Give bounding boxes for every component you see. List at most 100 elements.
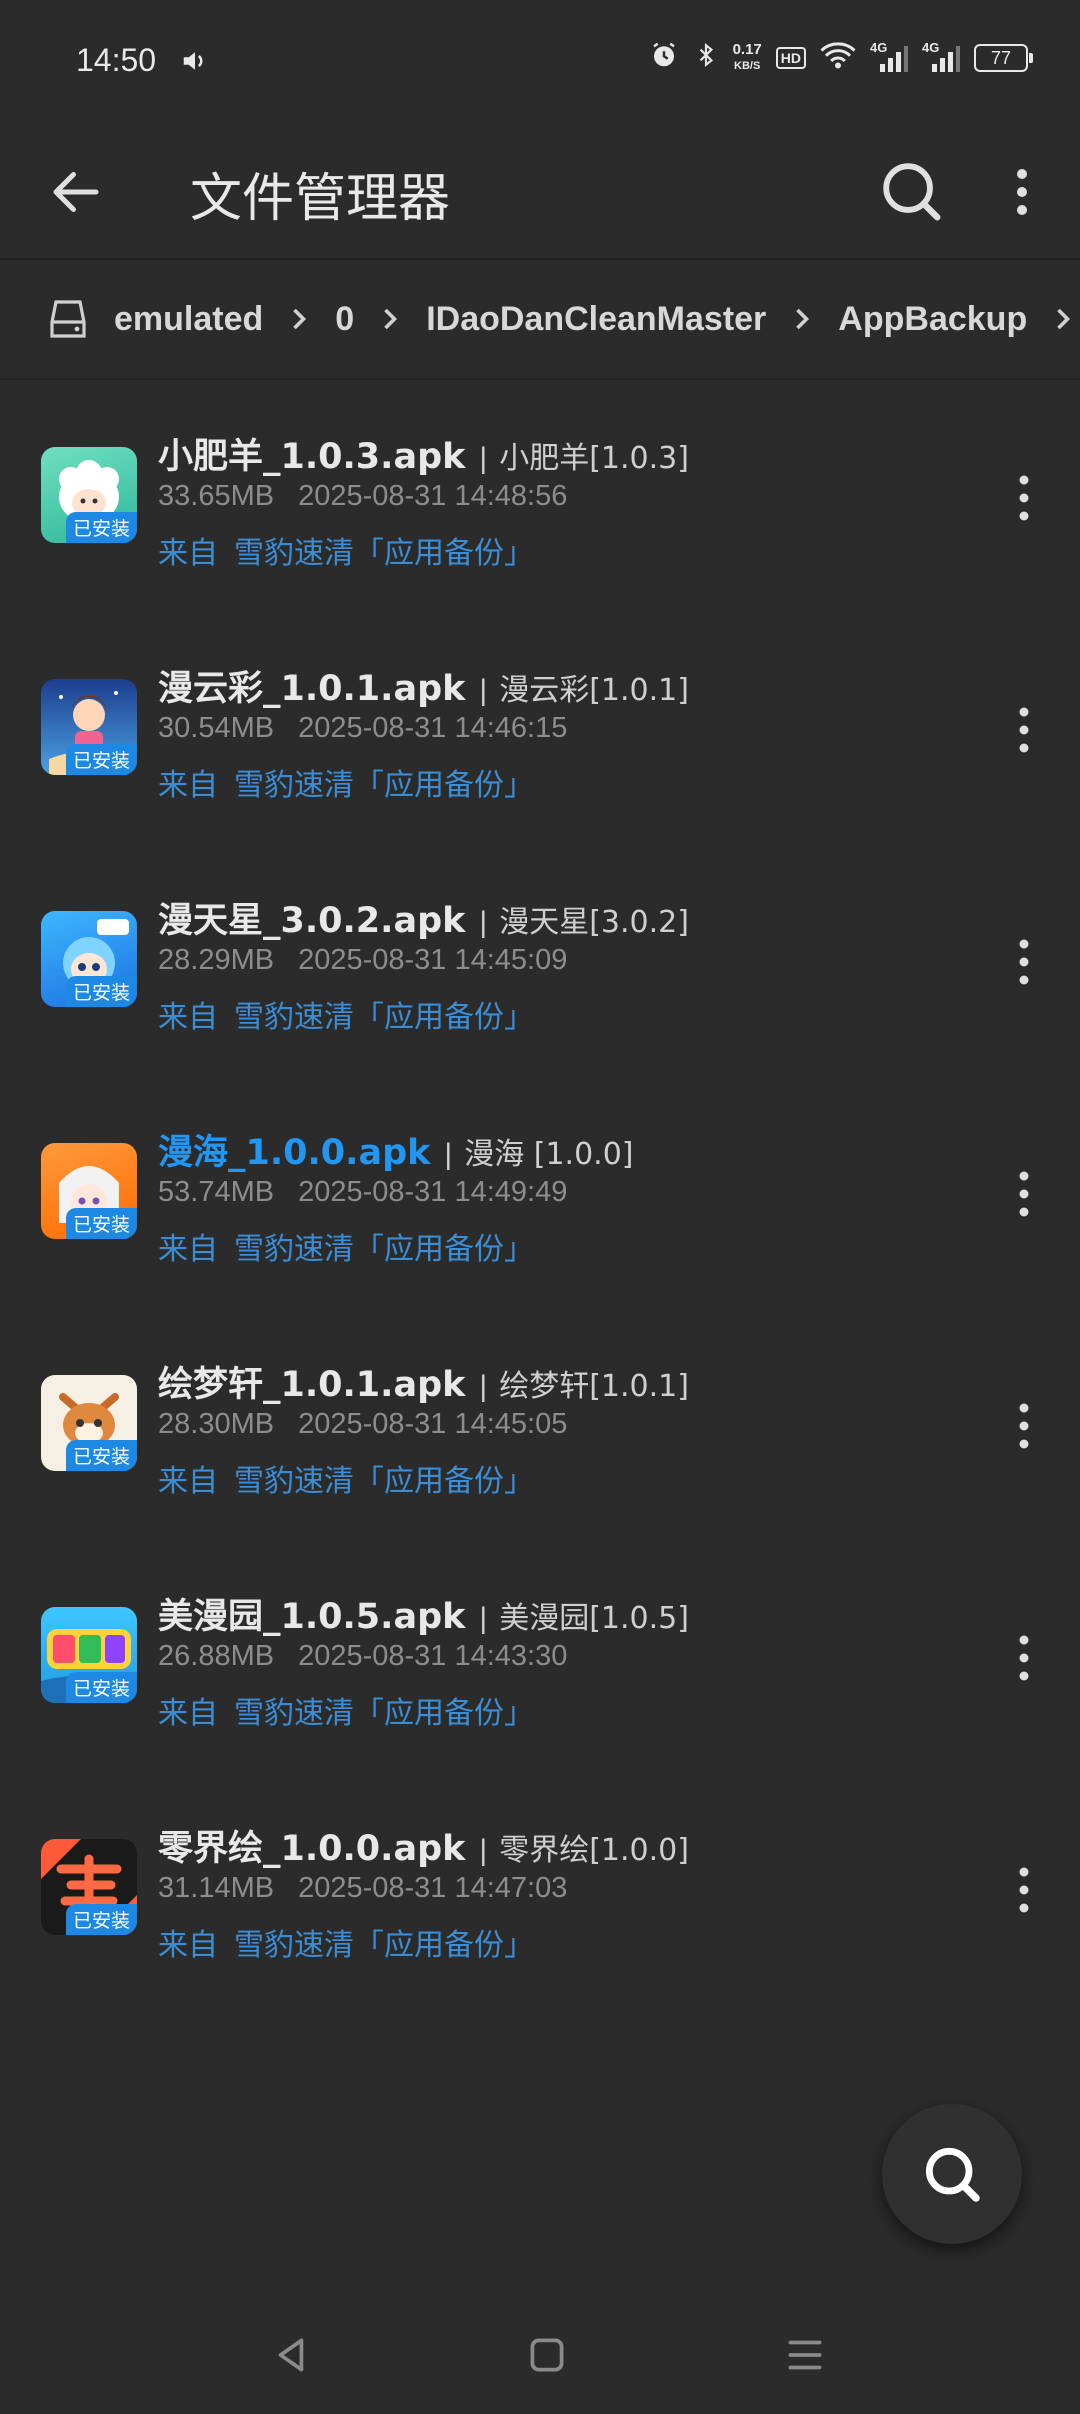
app-name: 零界绘[1.0.0] xyxy=(499,1833,689,1868)
chevron-right-icon xyxy=(1045,301,1080,337)
file-date: 2025-08-31 14:48:56 xyxy=(298,480,568,512)
app-name: 小肥羊[1.0.3] xyxy=(499,441,689,476)
file-name: 漫天星_3.0.2.apk xyxy=(158,901,466,941)
search-icon[interactable] xyxy=(876,156,946,226)
list-item[interactable]: 已安装 漫海_1.0.0.apk | 漫海 [1.0.0] 53.74MB 202… xyxy=(0,1076,1080,1308)
app-bar: 文件管理器 xyxy=(0,126,1080,260)
file-date: 2025-08-31 14:45:05 xyxy=(298,1408,568,1440)
list-item[interactable]: 已安装 小肥羊_1.0.3.apk | 小肥羊[1.0.3] 33.65MB 20… xyxy=(0,380,1080,612)
file-list: 已安装 小肥羊_1.0.3.apk | 小肥羊[1.0.3] 33.65MB 20… xyxy=(0,380,1080,2004)
source-link[interactable]: 雪豹速清「应用备份」 xyxy=(234,1232,534,1267)
app-icon-meimanyuan: 已安装 xyxy=(41,1607,137,1703)
back-triangle-icon[interactable] xyxy=(266,2330,316,2380)
chevron-right-icon xyxy=(281,301,317,337)
app-name: 漫海 [1.0.0] xyxy=(464,1137,634,1172)
file-size: 26.88MB xyxy=(158,1640,275,1672)
more-vertical-icon[interactable] xyxy=(1000,160,1044,224)
breadcrumb-item-emulated[interactable]: emulated xyxy=(114,300,263,339)
installed-badge: 已安装 xyxy=(65,1440,137,1471)
installed-badge: 已安装 xyxy=(65,1904,137,1935)
breadcrumb-item-0[interactable]: 0 xyxy=(335,300,354,339)
back-arrow-icon[interactable] xyxy=(46,162,106,222)
list-item[interactable]: 已安装 漫云彩_1.0.1.apk | 漫云彩[1.0.1] 30.54MB 20… xyxy=(0,612,1080,844)
app-icon-xiaofeiyang: 已安装 xyxy=(41,447,137,543)
recents-menu-icon[interactable] xyxy=(780,2330,830,2380)
search-icon xyxy=(925,2147,980,2202)
status-time: 14:50 xyxy=(76,42,157,78)
separator: | xyxy=(479,906,488,939)
file-size: 28.30MB xyxy=(158,1408,275,1440)
source-label: 来自 xyxy=(158,1000,218,1035)
file-name: 小肥羊_1.0.3.apk xyxy=(158,437,466,477)
page-title: 文件管理器 xyxy=(190,169,451,229)
list-item[interactable]: 已安装 漫天星_3.0.2.apk | 漫天星[3.0.2] 28.29MB 20… xyxy=(0,844,1080,1076)
file-name: 绘梦轩_1.0.1.apk xyxy=(158,1365,466,1405)
home-square-icon[interactable] xyxy=(522,2330,572,2380)
chevron-right-icon xyxy=(784,301,820,337)
installed-badge: 已安装 xyxy=(65,1208,137,1239)
file-date: 2025-08-31 14:45:09 xyxy=(298,944,568,976)
app-name: 漫天星[3.0.2] xyxy=(499,905,689,940)
installed-badge: 已安装 xyxy=(65,976,137,1007)
source-link[interactable]: 雪豹速清「应用备份」 xyxy=(234,1464,534,1499)
file-name: 漫云彩_1.0.1.apk xyxy=(158,669,466,709)
app-icon-lingjiehui: 已安装 xyxy=(41,1839,137,1935)
source-label: 来自 xyxy=(158,536,218,571)
more-vertical-icon[interactable] xyxy=(1010,702,1038,758)
separator: | xyxy=(479,674,488,707)
battery-icon: 77 xyxy=(974,43,1033,72)
list-item[interactable]: 已安装 绘梦轩_1.0.1.apk | 绘梦轩[1.0.1] 28.30MB 20… xyxy=(0,1308,1080,1540)
file-size: 28.29MB xyxy=(158,944,275,976)
file-date: 2025-08-31 14:46:15 xyxy=(298,712,568,744)
system-nav-bar xyxy=(0,2300,1080,2414)
file-date: 2025-08-31 14:49:49 xyxy=(298,1176,568,1208)
installed-badge: 已安装 xyxy=(65,1672,137,1703)
app-icon-manhai: 已安装 xyxy=(41,1143,137,1239)
chevron-right-icon xyxy=(372,301,408,337)
source-link[interactable]: 雪豹速清「应用备份」 xyxy=(234,1928,534,1963)
source-label: 来自 xyxy=(158,1464,218,1499)
app-icon-manyuncai: 已安装 xyxy=(41,679,137,775)
search-fab-button[interactable] xyxy=(882,2104,1022,2244)
breadcrumb-item-appbackup[interactable]: AppBackup xyxy=(838,300,1027,339)
file-name: 漫海_1.0.0.apk xyxy=(158,1133,431,1173)
more-vertical-icon[interactable] xyxy=(1010,1166,1038,1222)
more-vertical-icon[interactable] xyxy=(1010,1630,1038,1686)
file-size: 31.14MB xyxy=(158,1872,275,1904)
app-name: 美漫园[1.0.5] xyxy=(499,1601,689,1636)
separator: | xyxy=(444,1138,453,1171)
more-vertical-icon[interactable] xyxy=(1010,934,1038,990)
installed-badge: 已安装 xyxy=(65,744,137,775)
source-label: 来自 xyxy=(158,1928,218,1963)
app-icon-mantianxing: 已安装 xyxy=(41,911,137,1007)
source-link[interactable]: 雪豹速清「应用备份」 xyxy=(234,536,534,571)
signal-icon: 4G xyxy=(870,40,908,74)
hd-badge: HD xyxy=(775,46,806,69)
source-link[interactable]: 雪豹速清「应用备份」 xyxy=(234,1696,534,1731)
file-name: 美漫园_1.0.5.apk xyxy=(158,1597,466,1637)
bluetooth-icon xyxy=(693,40,719,75)
app-name: 漫云彩[1.0.1] xyxy=(499,673,689,708)
source-link[interactable]: 雪豹速清「应用备份」 xyxy=(234,1000,534,1035)
more-vertical-icon[interactable] xyxy=(1010,470,1038,526)
file-date: 2025-08-31 14:43:30 xyxy=(298,1640,568,1672)
wifi-icon xyxy=(820,40,856,75)
list-item[interactable]: 已安装 零界绘_1.0.0.apk | 零界绘[1.0.0] 31.14MB 20… xyxy=(0,1772,1080,2004)
status-bar: 14:50 0.17 KB/S HD 4G 4G 77 xyxy=(0,0,1080,126)
separator: | xyxy=(479,1834,488,1867)
separator: | xyxy=(479,1602,488,1635)
breadcrumb: emulated 0 IDaoDanCleanMaster AppBackup xyxy=(0,260,1080,380)
source-label: 来自 xyxy=(158,1232,218,1267)
file-size: 30.54MB xyxy=(158,712,275,744)
source-label: 来自 xyxy=(158,768,218,803)
source-link[interactable]: 雪豹速清「应用备份」 xyxy=(234,768,534,803)
network-speed: 0.17 KB/S xyxy=(732,40,762,72)
signal-icon: 4G xyxy=(922,40,960,74)
more-vertical-icon[interactable] xyxy=(1010,1398,1038,1454)
more-vertical-icon[interactable] xyxy=(1010,1862,1038,1918)
list-item[interactable]: 已安装 美漫园_1.0.5.apk | 美漫园[1.0.5] 26.88MB 20… xyxy=(0,1540,1080,1772)
storage-icon[interactable] xyxy=(44,296,92,344)
separator: | xyxy=(479,442,488,475)
breadcrumb-item-idaodancleanmaster[interactable]: IDaoDanCleanMaster xyxy=(426,300,766,339)
installed-badge: 已安装 xyxy=(65,512,137,543)
